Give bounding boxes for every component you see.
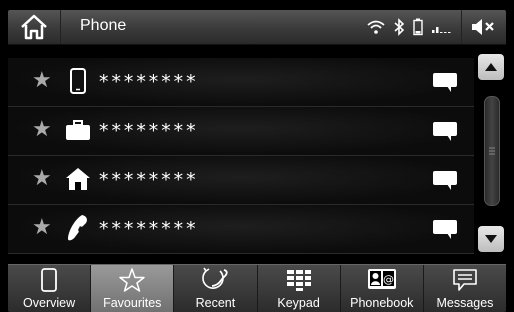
message-icon	[433, 73, 457, 92]
scrollbar[interactable]	[476, 50, 506, 256]
favourites-list: ★ ******** ★ ******** ★ ******** ★ *****…	[8, 46, 474, 260]
status-area	[367, 10, 506, 44]
message-button[interactable]	[430, 168, 460, 192]
keypad-icon	[286, 265, 312, 295]
wifi-icon	[367, 20, 385, 34]
star-icon: ★	[32, 215, 52, 240]
recent-calls-icon	[200, 265, 230, 295]
star-icon: ★	[32, 117, 52, 142]
phone-screen: Phone ★ ******** ★ ******** ★ ******** ★…	[8, 10, 506, 312]
tab-overview[interactable]: Overview	[8, 265, 92, 312]
scroll-thumb[interactable]	[484, 96, 500, 206]
home-icon	[21, 14, 47, 40]
phonebook-icon: @	[365, 265, 399, 295]
contact-number: ********	[98, 218, 198, 240]
header-bar: Phone	[8, 10, 506, 45]
bluetooth-icon	[393, 18, 405, 36]
scroll-up-button[interactable]	[478, 54, 504, 80]
bottom-tab-bar: Overview Favourites Recent Keypad @ Phon…	[8, 264, 506, 312]
tab-label: Keypad	[277, 296, 320, 310]
list-item[interactable]: ★ ********	[8, 58, 474, 107]
tab-label: Phonebook	[350, 296, 414, 310]
grip-icon	[489, 147, 495, 155]
message-button[interactable]	[430, 70, 460, 94]
house-icon	[64, 165, 92, 193]
message-button[interactable]	[430, 217, 460, 241]
tab-label: Messages	[436, 296, 494, 310]
contact-number: ********	[98, 120, 198, 142]
tab-messages[interactable]: Messages	[424, 265, 506, 312]
signal-icon	[431, 20, 453, 34]
tab-keypad[interactable]: Keypad	[258, 265, 341, 312]
arrow-down-icon	[485, 235, 497, 243]
tab-phonebook[interactable]: @ Phonebook	[341, 265, 424, 312]
arrow-up-icon	[485, 63, 497, 71]
contact-number: ********	[98, 169, 198, 191]
message-icon	[433, 220, 457, 239]
star-icon: ★	[32, 68, 52, 93]
tab-favourites[interactable]: Favourites	[91, 265, 175, 312]
star-outline-icon	[119, 265, 145, 295]
phone-outline-icon	[40, 265, 58, 295]
briefcase-icon	[64, 116, 92, 144]
tab-recent[interactable]: Recent	[174, 265, 258, 312]
mute-icon	[472, 19, 494, 35]
message-button[interactable]	[430, 119, 460, 143]
scroll-down-button[interactable]	[478, 226, 504, 252]
tab-label: Overview	[23, 296, 76, 310]
battery-icon	[413, 18, 423, 36]
messages-icon	[452, 265, 478, 295]
tab-label: Recent	[195, 296, 236, 310]
mobile-phone-icon	[64, 67, 92, 95]
handset-icon	[64, 214, 92, 242]
star-icon: ★	[32, 166, 52, 191]
page-title: Phone	[80, 17, 127, 34]
message-icon	[433, 122, 457, 141]
message-icon	[433, 171, 457, 190]
list-item[interactable]: ★ ********	[8, 156, 474, 205]
contact-number: ********	[98, 71, 198, 93]
list-item[interactable]: ★ ********	[8, 205, 474, 254]
tab-label: Favourites	[103, 296, 162, 310]
list-item[interactable]: ★ ********	[8, 107, 474, 156]
home-button[interactable]	[8, 10, 61, 44]
svg-text:@: @	[383, 273, 394, 286]
mute-button[interactable]	[461, 10, 506, 44]
